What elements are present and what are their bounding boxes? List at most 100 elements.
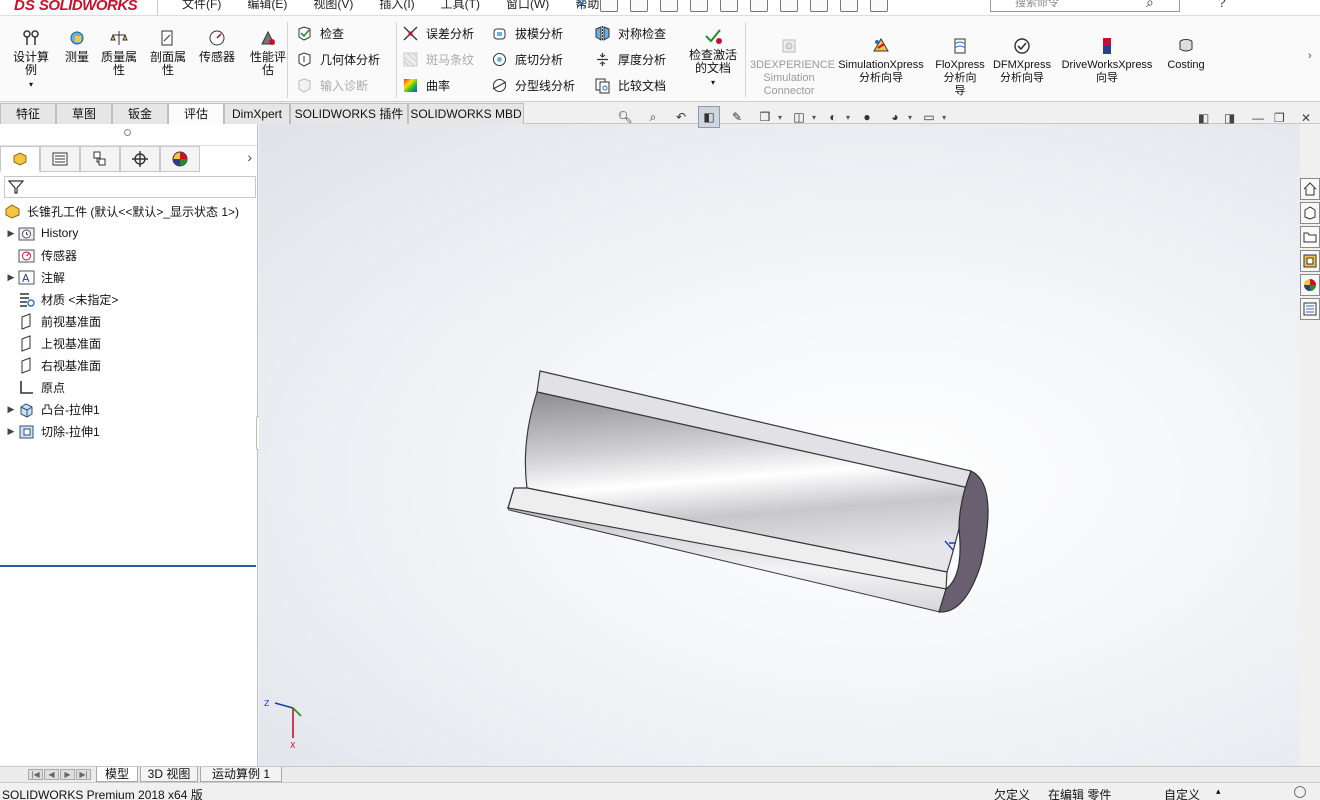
tab-3d-views[interactable]: 3D 视图 [140,767,198,782]
ribbon-scroll-right-icon[interactable]: › [1308,50,1312,62]
3dexperience-simulation-connector-button[interactable]: 3DEXPERIENCE Simulation Connector [750,36,835,98]
apply-scene-icon[interactable]: ◕ [884,106,906,128]
tree-item-material[interactable]: 材质 <未指定> [0,288,258,310]
floxpress-button[interactable]: FloXpress 分析向导 [932,36,988,98]
section-properties-button[interactable]: 剖面属性 [145,28,191,77]
tab-motion-study[interactable]: 运动算例 1 [200,767,282,782]
tab-dimxpert[interactable]: DimXpert [224,103,290,124]
tab-configurationmanager[interactable] [80,146,120,172]
dfmxpress-button[interactable]: DFMXpress 分析向导 [992,36,1052,85]
geometry-analysis-button[interactable]: 几何体分析 [296,51,380,68]
chevron-down-icon[interactable]: ▾ [846,113,850,122]
open-document-icon[interactable] [660,0,678,12]
first-tab-icon[interactable]: |◀ [28,769,43,780]
solidworks-resources-icon[interactable] [1300,178,1320,200]
display-style-icon[interactable]: ◫ [788,106,810,128]
tile-right-icon[interactable]: ◨ [1224,111,1235,125]
simulationxpress-button[interactable]: SimulationXpress 分析向导 [834,36,928,85]
menu-view[interactable]: 视图(V) [313,0,353,12]
hide-show-items-icon[interactable]: ◐ [822,106,844,128]
undo-icon[interactable] [750,0,768,12]
tree-item-sensors[interactable]: 传感器 [0,244,258,266]
panel-splitter[interactable] [0,124,257,146]
help-circle-icon[interactable] [1294,786,1306,798]
last-tab-icon[interactable]: ▶| [76,769,91,780]
zoom-to-area-icon[interactable]: ⌕ [642,106,664,128]
undercut-analysis-button[interactable]: 底切分析 [491,51,563,68]
tab-model[interactable]: 模型 [96,767,138,782]
file-explorer-icon[interactable] [1300,226,1320,248]
tab-solidworks-mbd[interactable]: SOLIDWORKS MBD [408,103,524,124]
save-icon[interactable] [690,0,708,12]
tab-sketch[interactable]: 草图 [56,103,112,124]
tree-item-top-plane[interactable]: 上视基准面 [0,332,258,354]
dynamic-annotation-views-icon[interactable]: ✎ [726,106,748,128]
rollback-bar[interactable] [0,565,256,567]
tab-displaymanager[interactable] [160,146,200,172]
compare-documents-button[interactable]: 比较文档 [594,77,666,94]
driveworksxpress-button[interactable]: DriveWorksXpress 向导 [1058,36,1156,85]
view-palette-icon[interactable] [1300,250,1320,272]
menu-insert[interactable]: 插入(I) [379,0,414,12]
home-icon[interactable] [600,0,618,12]
view-settings-icon[interactable]: ▭ [918,106,940,128]
tree-item-right-plane[interactable]: 右视基准面 [0,354,258,376]
next-tab-icon[interactable]: ▶ [60,769,75,780]
tree-item-origin[interactable]: 原点 [0,376,258,398]
feature-tree-filter[interactable] [4,176,256,198]
deviation-analysis-button[interactable]: 误差分析 [402,25,474,42]
tree-root-part[interactable]: 长锥孔工件 (默认<<默认>_显示状态 1>) [0,200,258,222]
curvature-button[interactable]: 曲率 [402,77,450,94]
check-active-document-button[interactable]: 检查激活 的文档 ▾ [684,26,742,89]
chevron-down-icon[interactable]: ▾ [778,113,782,122]
sensor-button[interactable]: 传感器 [195,28,239,64]
zebra-stripes-button[interactable]: 斑马条纹 [402,51,474,68]
design-library-icon[interactable] [1300,202,1320,224]
tree-item-boss-extrude[interactable]: ▶ 凸台-拉伸1 [0,398,258,420]
options-gear-icon[interactable] [870,0,888,12]
custom-properties-icon[interactable] [1300,298,1320,320]
menu-edit[interactable]: 编辑(E) [247,0,287,12]
search-icon[interactable]: ⌕ [1146,0,1154,11]
tab-dimxpertmanager[interactable] [120,146,160,172]
chevron-down-icon[interactable]: ▾ [908,113,912,122]
tab-featuremanager[interactable] [0,146,40,172]
prev-tab-icon[interactable]: ◀ [44,769,59,780]
chevron-down-icon[interactable]: ▾ [942,113,946,122]
view-orientation-icon[interactable]: ❒ [754,106,776,128]
parting-line-analysis-button[interactable]: 分型线分析 [491,77,575,94]
tab-propertymanager[interactable] [40,146,80,172]
design-study-button[interactable]: 设计算例 ▾ [8,28,54,91]
edit-appearance-icon[interactable]: ● [856,106,878,128]
file-properties-icon[interactable] [840,0,858,12]
thickness-analysis-button[interactable]: 厚度分析 [594,51,666,68]
restore-icon[interactable]: ❐ [1274,111,1285,125]
units-custom-button[interactable]: 自定义 [1164,786,1200,800]
expand-arrow-icon[interactable]: ▶ [4,272,18,283]
expand-arrow-icon[interactable]: ▶ [4,426,18,437]
help-icon[interactable]: ? [1218,0,1226,10]
tree-item-history[interactable]: ▶ History [0,222,258,244]
menu-file[interactable]: 文件(F) [182,0,221,12]
symmetry-check-button[interactable]: 对称检查 [594,25,666,42]
select-icon[interactable] [780,0,798,12]
section-view-icon[interactable]: ◧ [698,106,720,128]
check-button[interactable]: 检查 [296,25,344,42]
tab-sheet-metal[interactable]: 钣金 [112,103,168,124]
new-document-icon[interactable] [630,0,648,12]
solidworks-logo[interactable]: DS SOLIDWORKS [0,0,158,15]
tab-solidworks-addins[interactable]: SOLIDWORKS 插件 [290,103,408,124]
tree-item-annotations[interactable]: ▶ A 注解 [0,266,258,288]
mass-properties-button[interactable]: 质量属性 [96,28,142,77]
expand-arrow-icon[interactable]: ▶ [4,228,18,239]
appearances-scenes-icon[interactable] [1300,274,1320,296]
panel-tabs-more-icon[interactable]: › [247,149,252,165]
pin-menu-icon[interactable]: ✕ [576,0,587,12]
menu-tools[interactable]: 工具(T) [441,0,480,12]
menu-window[interactable]: 窗口(W) [506,0,549,12]
graphics-viewport[interactable]: Z X [259,124,1300,768]
tab-features[interactable]: 特征 [0,103,56,124]
draft-analysis-button[interactable]: 拔模分析 [491,25,563,42]
previous-view-icon[interactable]: ↶ [670,106,692,128]
print-icon[interactable] [720,0,738,12]
